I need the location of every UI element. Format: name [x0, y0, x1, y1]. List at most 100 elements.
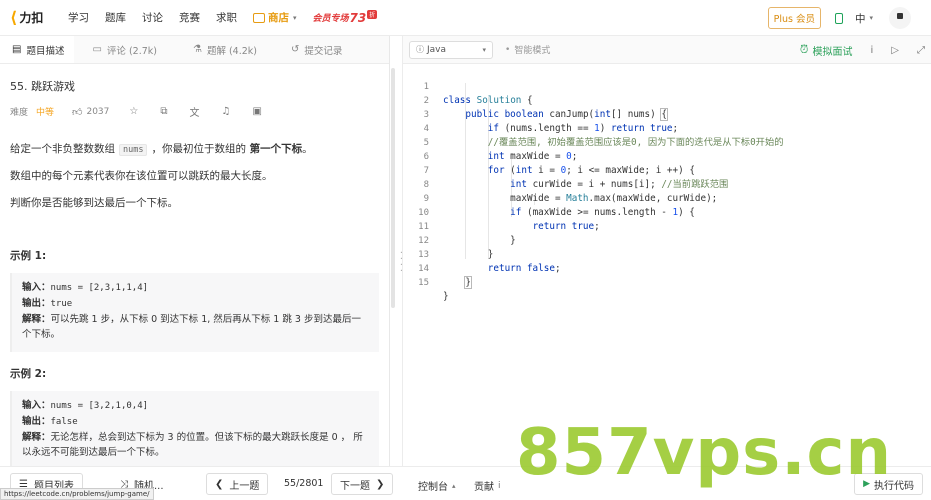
share-icon[interactable]: ⧉: [160, 106, 167, 117]
run-label: 执行代码: [874, 480, 914, 492]
smart-mode-toggle[interactable]: • 智能模式: [505, 43, 551, 57]
example-output: 输出：true: [22, 296, 369, 312]
logo-icon: ⟨: [10, 7, 18, 27]
like-count: 2037: [86, 106, 110, 117]
tab-label: 题目描述: [26, 45, 65, 57]
console-label: 控制台: [418, 482, 448, 493]
line-number: 15: [418, 278, 429, 288]
run-code-button[interactable]: ▶ 执行代码: [854, 473, 923, 495]
code-line: 7 int curWide = i + nums[i]; //当前跳跃范围: [403, 150, 931, 190]
code-area[interactable]: · · · · 1 class Solution { 2 public boolean…: [399, 64, 931, 466]
language-value: Java: [427, 45, 447, 55]
code-line: 5 int maxWide = 0;: [403, 122, 931, 162]
example-1-title: 示例 1:: [10, 250, 47, 262]
output-value: true: [50, 299, 73, 309]
explain-value: 无论怎样，总会到达下标为 3 的位置。但该下标的最大跳跃长度是 0 ， 所以永远…: [22, 432, 363, 458]
history-icon: ↺: [290, 44, 300, 55]
language-switch[interactable]: 中 ▾: [855, 11, 873, 26]
mode-icon: •: [505, 44, 511, 55]
promo-banner[interactable]: 会员专场 73 折: [312, 10, 378, 25]
example-2-title: 示例 2:: [10, 368, 47, 380]
code-line: 13 return false;: [403, 234, 931, 274]
nav-link-discuss[interactable]: 讨论: [142, 10, 163, 25]
info-icon: ⅰ: [498, 480, 501, 491]
chevron-right-icon: ❯: [376, 478, 385, 490]
translate-icon[interactable]: 文: [190, 104, 200, 119]
prev-label: 上一题: [229, 480, 260, 492]
run-arrow-icon[interactable]: ▷: [891, 45, 899, 56]
code-line: 4 //覆盖范围, 初始覆盖范围应该是0, 因为下面的迭代是从下标0开始的: [403, 108, 931, 148]
description-scrollbar[interactable]: [391, 68, 395, 308]
language-label: 中: [854, 12, 866, 25]
promo-number: 73: [349, 10, 367, 25]
nav-link-contest[interactable]: 竞赛: [179, 10, 200, 25]
nav-link-jobs[interactable]: 求职: [216, 10, 237, 25]
explain-value: 可以先跳 1 步，从下标 0 到达下标 1, 然后再从下标 1 跳 3 步到达最…: [22, 314, 361, 340]
top-navbar: ⟨ 力扣 学习 题库 讨论 竞赛 求职 商店 ▾ 会员专场 73 折 Plus …: [0, 0, 931, 36]
mode-label: 智能模式: [514, 46, 551, 56]
code-text: }: [464, 276, 472, 289]
mock-interview-button[interactable]: ⏰︎ 模拟面试: [800, 43, 853, 58]
explain-label: 解释：: [22, 432, 51, 443]
nav-link-problems[interactable]: 题库: [105, 10, 126, 25]
bell-icon[interactable]: ♫: [222, 106, 231, 117]
code-line: 8 maxWide = Math.max(maxWide, curWide);: [403, 164, 931, 204]
chevron-down-icon: ▾: [869, 14, 873, 22]
bottom-bar: ☰ 题目列表 ⤨ 随机... ❮ 上一题 55/2801 下一题 ❯ 控制台 ▴…: [0, 466, 931, 500]
example-explanation: 解释：无论怎样，总会到达下标为 3 的位置。但该下标的最大跳跃长度是 0 ， 所…: [22, 430, 369, 460]
code-line: 2 public boolean canJump(int[] nums) {: [403, 80, 931, 121]
page-indicator: 55/2801: [284, 478, 324, 489]
nav-link-shop[interactable]: 商店 ▾: [253, 10, 297, 25]
para1-bold: 第一个下标: [249, 143, 303, 155]
plus-member-button[interactable]: Plus 会员: [767, 7, 821, 29]
code-line: 1 class Solution {: [403, 66, 931, 106]
expand-icon[interactable]: ⤢: [917, 45, 925, 56]
inline-code: nums: [119, 144, 148, 156]
feedback-icon[interactable]: ▣: [252, 106, 261, 117]
example-input: 输入：nums = [2,3,1,1,4]: [22, 280, 369, 296]
play-icon: ▶: [863, 479, 870, 489]
problem-description: 55. 跳跃游戏 难度 中等 👍︎ 2037 ☆ ⧉ 文 ♫ ▣ 给定一个非负整…: [0, 78, 389, 466]
tab-solutions[interactable]: ⚗ 题解 (4.2k): [181, 36, 267, 63]
tab-label: 评论 (2.7k): [106, 45, 157, 57]
input-label: 输入：: [22, 282, 51, 293]
tab-comments[interactable]: ▭ 评论 (2.7k): [80, 36, 167, 63]
contribute-button[interactable]: 贡献 ⅰ: [474, 478, 501, 494]
nav-link-learn[interactable]: 学习: [68, 10, 89, 25]
info-icon[interactable]: ⅰ: [871, 45, 874, 56]
console-toggle[interactable]: 控制台 ▴: [418, 478, 456, 494]
tab-submissions[interactable]: ↺ 提交记录: [279, 36, 352, 63]
para1-end: 。: [302, 143, 313, 155]
input-label: 输入：: [22, 400, 51, 411]
problem-title: 55. 跳跃游戏: [10, 80, 75, 93]
code-line: 10 return true;: [403, 192, 931, 232]
language-select[interactable]: ⓘ Java ▾: [409, 40, 493, 59]
code-line: 6 for (int i = 0; i <= maxWide; i ++) {: [403, 136, 931, 176]
like-button[interactable]: 👍︎ 2037: [72, 106, 109, 118]
output-label: 输出：: [22, 416, 51, 427]
logo-text: 力扣: [19, 11, 44, 25]
user-avatar[interactable]: [889, 7, 911, 29]
shop-icon: [253, 12, 265, 23]
comment-icon: ▭: [92, 44, 102, 55]
tab-label: 题解 (4.2k): [206, 45, 257, 57]
code-line: 3 if (nums.length == 1) return true;: [403, 94, 931, 134]
tab-description[interactable]: ▤ 题目描述: [0, 36, 75, 63]
description-paragraph-1: 给定一个非负整数数组 nums ，你最初位于数组的 第一个下标。: [10, 141, 379, 156]
mobile-app-icon[interactable]: [834, 12, 843, 24]
star-icon[interactable]: ☆: [129, 106, 138, 117]
input-value: nums = [3,2,1,0,4]: [50, 401, 149, 411]
code-line: 12 }: [403, 220, 931, 260]
language-icon: ⓘ: [416, 45, 424, 54]
promo-text: 会员专场: [312, 14, 349, 24]
code-line: 15 }: [403, 262, 931, 302]
leetcode-logo[interactable]: ⟨ 力扣: [10, 9, 54, 26]
code-line: 11 }: [403, 206, 931, 246]
chevron-down-icon: ▾: [293, 13, 297, 22]
nav-right-group: Plus 会员 中 ▾: [767, 0, 911, 36]
prev-problem-button[interactable]: ❮ 上一题: [206, 473, 269, 495]
mock-interview-label: 模拟面试: [812, 46, 853, 58]
editor-toolbar: ⓘ Java ▾ • 智能模式 ⏰︎ 模拟面试 ⅰ ▷ ⤢: [403, 36, 931, 64]
next-problem-button[interactable]: 下一题 ❯: [331, 473, 394, 495]
explain-label: 解释：: [22, 314, 51, 325]
